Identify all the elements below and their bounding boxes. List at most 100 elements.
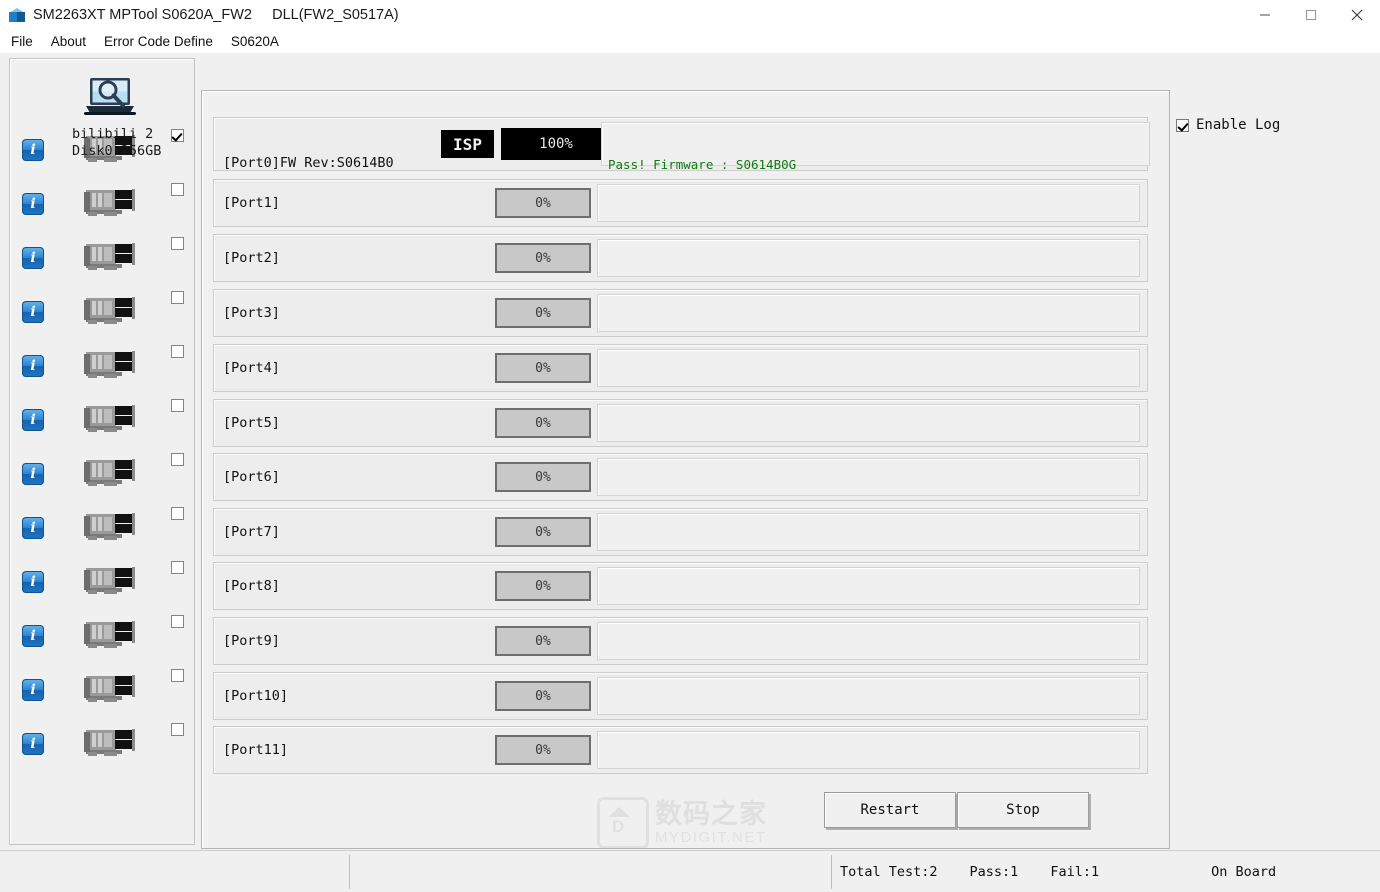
checkbox-box	[1176, 118, 1189, 132]
port-row[interactable]: [Port6] 0%	[213, 453, 1148, 501]
status-panel-center	[349, 855, 831, 889]
device-checkbox-2[interactable]	[171, 237, 184, 250]
pcie-card-icon	[82, 726, 138, 758]
device-row-2[interactable]: i	[10, 229, 194, 283]
info-icon[interactable]: i	[22, 193, 44, 215]
port-row[interactable]: [Port3] 0%	[213, 289, 1148, 337]
info-icon[interactable]: i	[22, 301, 44, 323]
device-row-8[interactable]: i	[10, 553, 194, 607]
port-status-message	[597, 677, 1140, 715]
pass-count: Pass:1	[969, 864, 1019, 880]
device-label-line2: Disk0:256GB	[72, 143, 162, 159]
device-row-7[interactable]: i	[10, 499, 194, 553]
port-row[interactable]: [Port8] 0%	[213, 562, 1148, 610]
main-tab-panel: [Port0]FW Rev:S0614B0 MN:bilibili 256G N…	[201, 90, 1170, 849]
device-row-1[interactable]: i	[10, 175, 194, 229]
info-icon[interactable]: i	[22, 409, 44, 431]
device-row-3[interactable]: i	[10, 283, 194, 337]
port-status-message	[597, 349, 1140, 387]
port-label: [Port11]	[223, 742, 289, 758]
progress-display: 100%	[501, 128, 611, 160]
progress-display: 0%	[495, 735, 591, 765]
port-row[interactable]: [Port7] 0%	[213, 508, 1148, 556]
device-checkbox-11[interactable]	[171, 723, 184, 736]
info-icon[interactable]: i	[22, 625, 44, 647]
port-status-message: Pass! Firmware : S0614B0G Pretest Total …	[601, 122, 1150, 220]
menu-item-s0620a[interactable]: S0620A	[222, 34, 288, 49]
device-checkbox-9[interactable]	[171, 615, 184, 628]
port-row[interactable]: [Port4] 0%	[213, 344, 1148, 392]
device-checkbox-0[interactable]	[171, 129, 184, 142]
port-label: [Port5]	[223, 415, 280, 431]
progress-display: 0%	[495, 353, 591, 383]
progress-display: 0%	[495, 626, 591, 656]
device-row-6[interactable]: i	[10, 445, 194, 499]
info-icon[interactable]: i	[22, 247, 44, 269]
device-row-11[interactable]: i	[10, 715, 194, 769]
enable-log-checkbox[interactable]: Enable Log	[1176, 117, 1280, 133]
total-test-count: Total Test:2	[840, 864, 938, 880]
maximize-icon[interactable]	[1288, 0, 1334, 30]
device-row-10[interactable]: i	[10, 661, 194, 715]
port-label: [Port6]	[223, 469, 280, 485]
port-label: [Port7]	[223, 524, 280, 540]
device-checkbox-8[interactable]	[171, 561, 184, 574]
status-panel-right: Total Test:2 Pass:1 Fail:1 On Board	[831, 855, 1376, 889]
port-row[interactable]: [Port1] 0%	[213, 179, 1148, 227]
fail-count: Fail:1	[1050, 864, 1100, 880]
port-label: [Port2]	[223, 250, 280, 266]
close-icon[interactable]	[1334, 0, 1380, 30]
board-mode-label: On Board	[1211, 864, 1277, 880]
laptop-search-icon	[84, 77, 136, 117]
info-icon[interactable]: i	[22, 571, 44, 593]
pcie-card-icon	[82, 564, 138, 596]
stop-button[interactable]: Stop	[957, 792, 1089, 828]
device-checkbox-6[interactable]	[171, 453, 184, 466]
port-row[interactable]: [Port9] 0%	[213, 617, 1148, 665]
port-label: [Port9]	[223, 633, 280, 649]
port-row[interactable]: [Port2] 0%	[213, 234, 1148, 282]
device-checkbox-10[interactable]	[171, 669, 184, 682]
port-row[interactable]: [Port11] 0%	[213, 726, 1148, 774]
restart-button[interactable]: Restart	[824, 792, 956, 828]
device-checkbox-5[interactable]	[171, 399, 184, 412]
info-icon[interactable]: i	[22, 463, 44, 485]
enable-log-label: Enable Log	[1196, 117, 1281, 133]
info-icon[interactable]: i	[22, 139, 44, 161]
pcie-card-icon	[82, 348, 138, 380]
status-panel-left	[4, 855, 349, 889]
isp-indicator: ISP	[441, 130, 494, 158]
port-row[interactable]: [Port10] 0%	[213, 672, 1148, 720]
info-icon[interactable]: i	[22, 517, 44, 539]
pcie-card-icon	[82, 510, 138, 542]
device-checkbox-3[interactable]	[171, 291, 184, 304]
port-row[interactable]: [Port0]FW Rev:S0614B0 MN:bilibili 256G N…	[213, 117, 1150, 267]
port0-status-line1: Pass! Firmware : S0614B0G	[608, 157, 797, 172]
port-label: [Port4]	[223, 360, 280, 376]
menu-item-file[interactable]: File	[2, 34, 42, 49]
progress-display: 0%	[495, 188, 591, 218]
menu-item-error-code-define[interactable]: Error Code Define	[95, 34, 222, 49]
device-row-9[interactable]: i	[10, 607, 194, 661]
device-row-4[interactable]: i	[10, 337, 194, 391]
progress-display: 0%	[495, 462, 591, 492]
menu-item-about[interactable]: About	[42, 34, 95, 49]
device-list-panel: i bilibili 2 Disk0:256GB i i i i i i i i…	[9, 58, 195, 845]
info-icon[interactable]: i	[22, 733, 44, 755]
device-row-5[interactable]: i	[10, 391, 194, 445]
port0-fw-rev: [Port0]FW Rev:S0614B0	[223, 155, 394, 171]
info-icon[interactable]: i	[22, 679, 44, 701]
device-row-0[interactable]: i bilibili 2 Disk0:256GB	[10, 121, 194, 175]
info-icon[interactable]: i	[22, 355, 44, 377]
status-bar: Total Test:2 Pass:1 Fail:1 On Board	[0, 850, 1380, 892]
progress-display: 0%	[495, 517, 591, 547]
device-checkbox-7[interactable]	[171, 507, 184, 520]
device-checkbox-1[interactable]	[171, 183, 184, 196]
device-checkbox-4[interactable]	[171, 345, 184, 358]
pcie-card-icon	[82, 294, 138, 326]
port-status-message	[597, 404, 1140, 442]
minimize-icon[interactable]	[1242, 0, 1288, 30]
port-row[interactable]: [Port5] 0%	[213, 399, 1148, 447]
progress-display: 0%	[495, 571, 591, 601]
pcie-card-icon	[82, 240, 138, 272]
